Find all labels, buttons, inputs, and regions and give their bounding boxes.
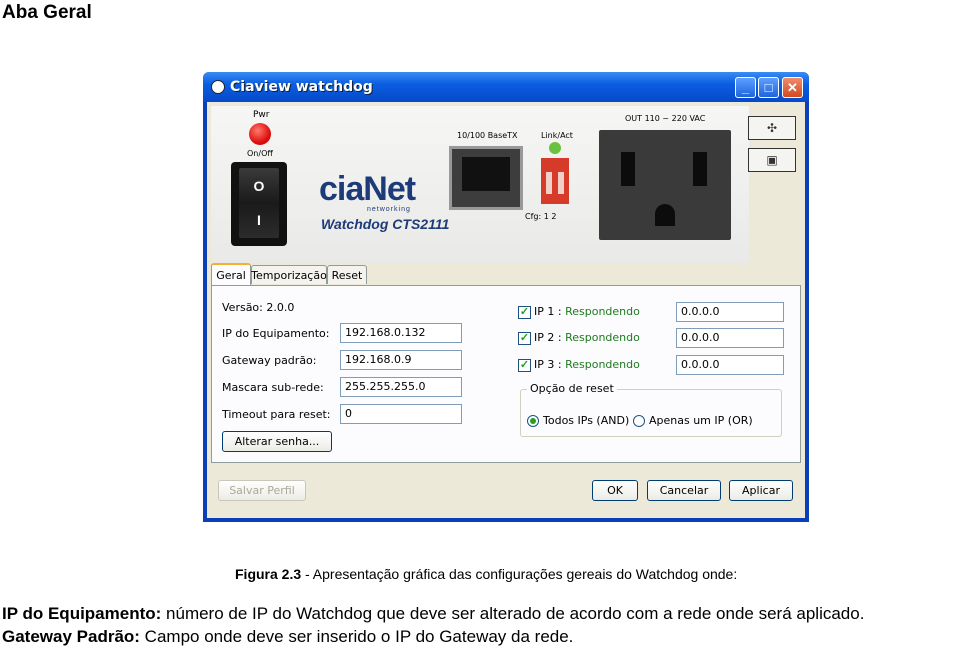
logo-subtitle: networking (367, 206, 411, 213)
salvar-perfil-button[interactable]: Salvar Perfil (218, 480, 306, 501)
ip-paragraph: IP do Equipamento: número de IP do Watch… (2, 604, 864, 624)
power-outlet-icon (599, 130, 731, 240)
switch-i-label: I (257, 212, 261, 228)
ip2-field[interactable]: 0.0.0.0 (676, 328, 784, 348)
alterar-senha-button[interactable]: Alterar senha... (222, 431, 332, 452)
ip2-row-label: IP 2 : Respondendo (534, 331, 640, 344)
ip1-field[interactable]: 0.0.0.0 (676, 302, 784, 322)
gateway-description: Campo onde deve ser inserido o IP do Gat… (139, 627, 574, 646)
ok-button[interactable]: OK (592, 480, 638, 501)
geral-tab-page: Versão: 2.0.0 IP do Equipamento: 192.168… (211, 285, 801, 463)
minimize-button[interactable]: _ (735, 77, 756, 98)
reset-option-group: Opção de reset Todos IPs (AND) Apenas um… (520, 382, 782, 437)
reset-option-title: Opção de reset (527, 382, 617, 395)
timeout-field[interactable]: 0 (340, 404, 462, 424)
figure-caption: Figura 2.3 - Apresentação gráfica das co… (235, 566, 737, 582)
cfg-label: Cfg: 1 2 (525, 212, 557, 221)
and-radio[interactable] (527, 415, 539, 427)
network-icon-button[interactable]: ✣ (748, 116, 796, 140)
ip1-status: Respondendo (565, 305, 640, 318)
power-switch[interactable]: O I (231, 162, 287, 246)
ip3-field[interactable]: 0.0.0.0 (676, 355, 784, 375)
ip2-status: Respondendo (565, 331, 640, 344)
power-led-icon (249, 123, 271, 145)
tab-reset[interactable]: Reset (327, 265, 367, 284)
ip2-checkbox[interactable]: ✓ (518, 332, 531, 345)
cianet-logo: ciaNet (319, 170, 416, 208)
switch-o-label: O (253, 178, 265, 194)
ethernet-port-icon (449, 146, 523, 210)
timeout-label: Timeout para reset: (222, 408, 331, 421)
help-icon-button[interactable]: ▣ (748, 148, 796, 172)
window-title: Ciaview watchdog (230, 79, 373, 95)
ip3-checkbox[interactable]: ✓ (518, 359, 531, 372)
switch-rocker: O I (239, 168, 279, 238)
dip-switch-icon (541, 158, 569, 204)
ip-term: IP do Equipamento: (2, 604, 162, 623)
ethernet-label: 10/100 BaseTX (457, 131, 518, 140)
mascara-label: Mascara sub-rede: (222, 381, 324, 394)
or-radio[interactable] (633, 415, 645, 427)
ip3-label: IP 3 : (534, 358, 562, 371)
pwr-label: Pwr (253, 110, 270, 120)
onoff-label: On/Off (247, 149, 273, 158)
ip1-checkbox[interactable]: ✓ (518, 306, 531, 319)
ip-field[interactable]: 192.168.0.132 (340, 323, 462, 343)
app-icon (211, 80, 225, 94)
tab-geral[interactable]: Geral (211, 263, 251, 285)
ip1-row-label: IP 1 : Respondendo (534, 305, 640, 318)
close-button[interactable]: ✕ (782, 77, 803, 98)
outlet-label: OUT 110 ~ 220 VAC (625, 114, 706, 123)
ciaview-window: Ciaview watchdog _ □ ✕ Pwr On/Off O I ci… (203, 72, 809, 522)
figure-number: Figura 2.3 (235, 566, 302, 582)
gateway-label: Gateway padrão: (222, 354, 317, 367)
ip2-label: IP 2 : (534, 331, 562, 344)
device-panel: Pwr On/Off O I ciaNet networking Watchdo… (211, 106, 749, 263)
tab-temporizacao[interactable]: Temporização (251, 265, 327, 284)
ip1-label: IP 1 : (534, 305, 562, 318)
page-heading: Aba Geral (2, 2, 92, 23)
link-led-icon (549, 142, 561, 154)
model-name: Watchdog CTS2111 (321, 216, 450, 232)
or-radio-label: Apenas um IP (OR) (649, 414, 753, 427)
title-bar[interactable]: Ciaview watchdog _ □ ✕ (203, 72, 809, 102)
ip-label: IP do Equipamento: (222, 327, 330, 340)
maximize-button[interactable]: □ (758, 77, 779, 98)
gateway-field[interactable]: 192.168.0.9 (340, 350, 462, 370)
gateway-term: Gateway Padrão: (2, 627, 140, 646)
figure-text: - Apresentação gráfica das configurações… (301, 566, 738, 582)
ip3-status: Respondendo (565, 358, 640, 371)
gateway-paragraph: Gateway Padrão: Campo onde deve ser inse… (2, 627, 573, 647)
mascara-field[interactable]: 255.255.255.0 (340, 377, 462, 397)
version-label: Versão: 2.0.0 (222, 301, 295, 314)
window-client: Pwr On/Off O I ciaNet networking Watchdo… (207, 102, 805, 518)
cancelar-button[interactable]: Cancelar (647, 480, 721, 501)
and-radio-label: Todos IPs (AND) (543, 414, 630, 427)
ip3-row-label: IP 3 : Respondendo (534, 358, 640, 371)
link-act-label: Link/Act (541, 131, 573, 140)
ip-description: número de IP do Watchdog que deve ser al… (161, 604, 865, 623)
aplicar-button[interactable]: Aplicar (729, 480, 793, 501)
